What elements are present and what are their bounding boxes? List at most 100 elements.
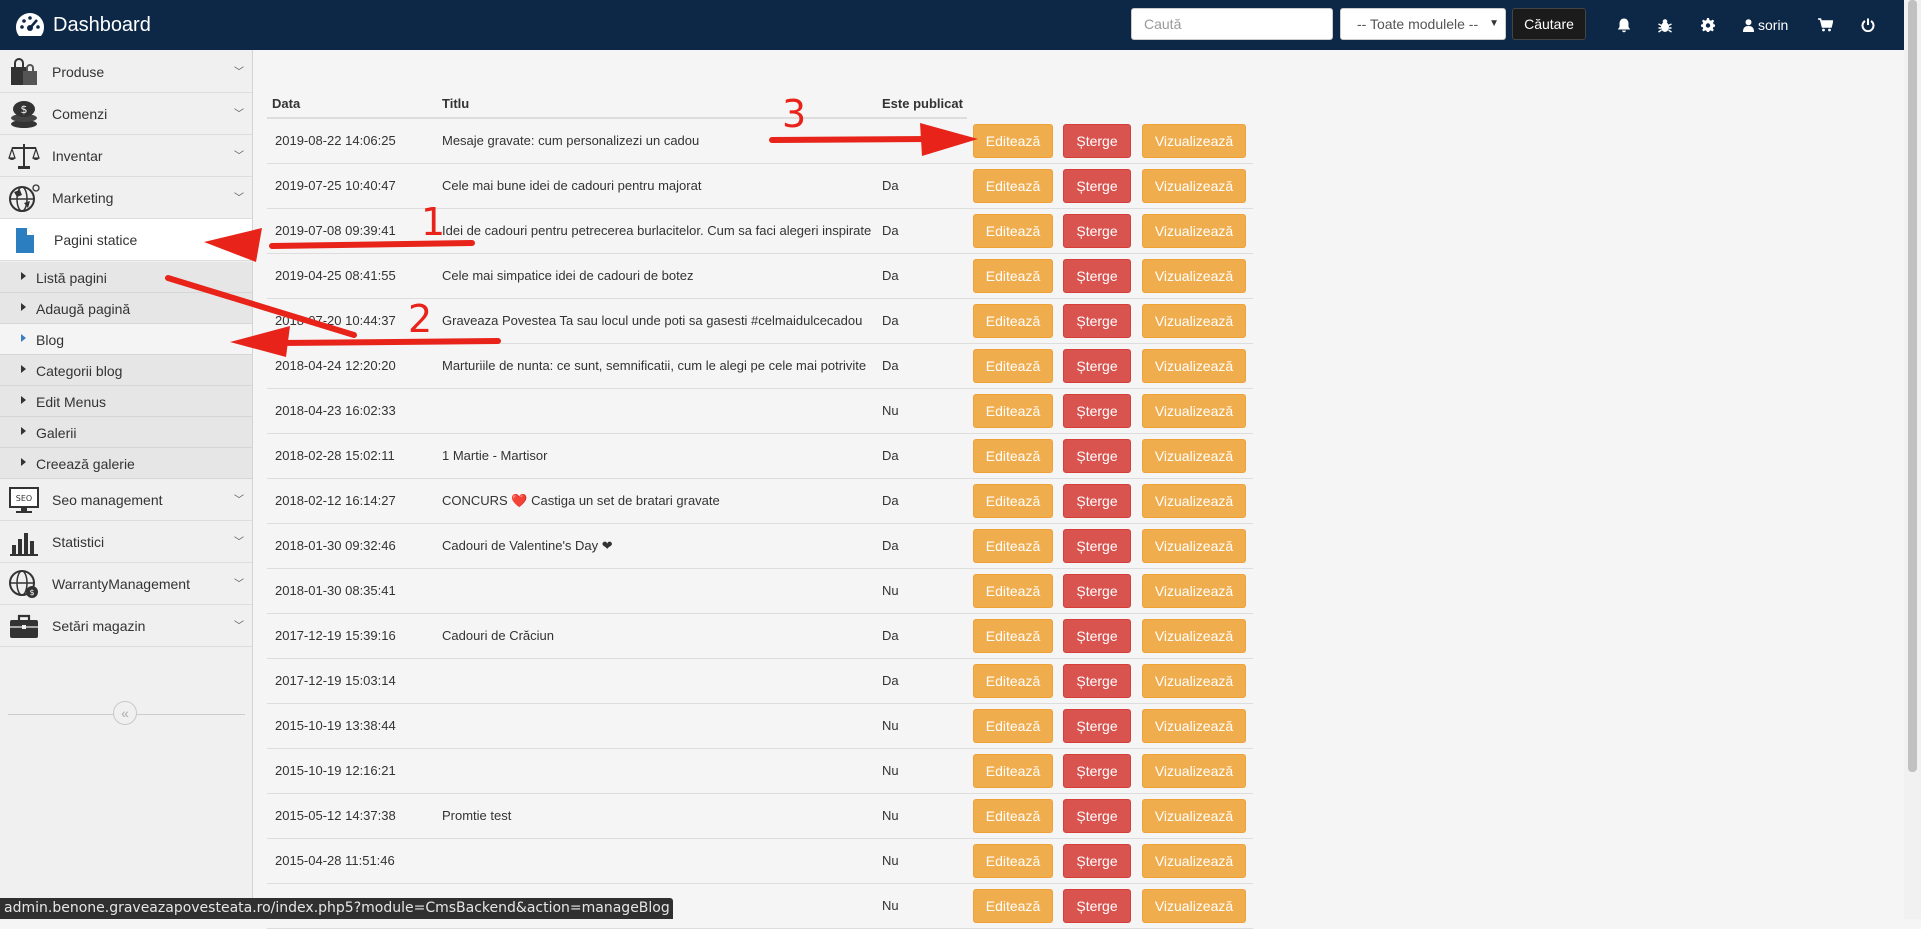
delete-button[interactable]: Șterge bbox=[1063, 574, 1131, 608]
column-header-date[interactable]: Data bbox=[272, 96, 300, 111]
table-row: 2019-08-22 14:06:25 Mesaje gravate: cum p… bbox=[267, 119, 1253, 164]
view-button[interactable]: Vizualizează bbox=[1142, 214, 1246, 248]
view-button[interactable]: Vizualizează bbox=[1142, 754, 1246, 788]
delete-button[interactable]: Șterge bbox=[1063, 619, 1131, 653]
delete-button[interactable]: Șterge bbox=[1063, 124, 1131, 158]
edit-button[interactable]: Editează bbox=[973, 619, 1053, 653]
delete-button[interactable]: Șterge bbox=[1063, 529, 1131, 563]
submenu-item-adauga-pagina[interactable]: Adaugă pagină bbox=[0, 293, 252, 324]
cell-published: Nu bbox=[882, 808, 899, 823]
sidebar-item-inventar[interactable]: Inventar ﹀ bbox=[0, 135, 252, 177]
cell-published: Da bbox=[882, 313, 899, 328]
submenu-item-galerii[interactable]: Galerii bbox=[0, 417, 252, 448]
column-header-published[interactable]: Este publicat bbox=[882, 96, 963, 111]
view-button[interactable]: Vizualizează bbox=[1142, 799, 1246, 833]
scrollbar-thumb[interactable] bbox=[1908, 0, 1917, 772]
view-button[interactable]: Vizualizează bbox=[1142, 169, 1246, 203]
sidebar-item-label: Marketing bbox=[52, 190, 114, 206]
edit-button[interactable]: Editează bbox=[973, 169, 1053, 203]
cell-date: 2015-10-19 12:16:21 bbox=[275, 763, 396, 778]
delete-button[interactable]: Șterge bbox=[1063, 304, 1131, 338]
module-select[interactable]: -- Toate modulele -- ▼ bbox=[1340, 8, 1506, 40]
delete-button[interactable]: Șterge bbox=[1063, 889, 1131, 923]
view-button[interactable]: Vizualizează bbox=[1142, 304, 1246, 338]
bar-chart-icon bbox=[10, 533, 38, 556]
user-icon bbox=[1743, 18, 1754, 32]
delete-button[interactable]: Șterge bbox=[1063, 349, 1131, 383]
delete-button[interactable]: Șterge bbox=[1063, 754, 1131, 788]
delete-button[interactable]: Șterge bbox=[1063, 709, 1131, 743]
sidebar-collapse-button[interactable]: « bbox=[113, 701, 137, 725]
edit-button[interactable]: Editează bbox=[973, 709, 1053, 743]
settings-button[interactable] bbox=[1701, 15, 1715, 35]
edit-button[interactable]: Editează bbox=[973, 799, 1053, 833]
edit-button[interactable]: Editează bbox=[973, 304, 1053, 338]
search-button[interactable]: Căutare bbox=[1512, 8, 1586, 40]
delete-button[interactable]: Șterge bbox=[1063, 484, 1131, 518]
sidebar-item-marketing[interactable]: Marketing ﹀ bbox=[0, 177, 252, 219]
sidebar-item-pagini-statice[interactable]: Pagini statice bbox=[0, 219, 252, 261]
cell-published: Da bbox=[882, 538, 899, 553]
view-button[interactable]: Vizualizează bbox=[1142, 529, 1246, 563]
cell-date: 2018-02-12 16:14:27 bbox=[275, 493, 396, 508]
delete-button[interactable]: Șterge bbox=[1063, 394, 1131, 428]
view-button[interactable]: Vizualizează bbox=[1142, 664, 1246, 698]
submenu-item-categorii-blog[interactable]: Categorii blog bbox=[0, 355, 252, 386]
notifications-button[interactable] bbox=[1617, 15, 1631, 35]
cell-published: Nu bbox=[882, 763, 899, 778]
edit-button[interactable]: Editează bbox=[973, 484, 1053, 518]
cell-date: 2018-01-30 08:35:41 bbox=[275, 583, 396, 598]
edit-button[interactable]: Editează bbox=[973, 439, 1053, 473]
delete-button[interactable]: Șterge bbox=[1063, 169, 1131, 203]
edit-button[interactable]: Editează bbox=[973, 889, 1053, 923]
edit-button[interactable]: Editează bbox=[973, 574, 1053, 608]
sidebar-item-warranty-management[interactable]: $ WarrantyManagement ﹀ bbox=[0, 563, 252, 605]
view-button[interactable]: Vizualizează bbox=[1142, 484, 1246, 518]
sidebar-item-comenzi[interactable]: $ Comenzi ﹀ bbox=[0, 93, 252, 135]
column-header-title[interactable]: Titlu bbox=[442, 96, 469, 111]
edit-button[interactable]: Editează bbox=[973, 259, 1053, 293]
sidebar-item-seo-management[interactable]: SEO Seo management ﹀ bbox=[0, 479, 252, 521]
sidebar-item-produse[interactable]: Produse ﹀ bbox=[0, 51, 252, 93]
edit-button[interactable]: Editează bbox=[973, 664, 1053, 698]
view-button[interactable]: Vizualizează bbox=[1142, 394, 1246, 428]
view-button[interactable]: Vizualizează bbox=[1142, 619, 1246, 653]
brand[interactable]: Dashboard bbox=[14, 10, 151, 40]
delete-button[interactable]: Șterge bbox=[1063, 844, 1131, 878]
submenu-item-blog[interactable]: Blog bbox=[0, 324, 252, 355]
edit-button[interactable]: Editează bbox=[973, 754, 1053, 788]
cart-button[interactable] bbox=[1818, 15, 1833, 35]
page-scrollbar[interactable] bbox=[1904, 0, 1921, 919]
view-button[interactable]: Vizualizează bbox=[1142, 844, 1246, 878]
sidebar-item-setari-magazin[interactable]: Setări magazin ﹀ bbox=[0, 605, 252, 647]
view-button[interactable]: Vizualizează bbox=[1142, 349, 1246, 383]
view-button[interactable]: Vizualizează bbox=[1142, 889, 1246, 923]
submenu-item-label: Edit Menus bbox=[36, 394, 107, 410]
submenu-item-lista-pagini[interactable]: Listă pagini bbox=[0, 262, 252, 293]
edit-button[interactable]: Editează bbox=[973, 349, 1053, 383]
edit-button[interactable]: Editează bbox=[973, 214, 1053, 248]
edit-button[interactable]: Editează bbox=[973, 394, 1053, 428]
edit-button[interactable]: Editează bbox=[973, 844, 1053, 878]
sidebar-item-statistici[interactable]: Statistici ﹀ bbox=[0, 521, 252, 563]
delete-button[interactable]: Șterge bbox=[1063, 439, 1131, 473]
user-menu[interactable]: sorin bbox=[1743, 15, 1788, 35]
cell-date: 2019-07-25 10:40:47 bbox=[275, 178, 396, 193]
view-button[interactable]: Vizualizează bbox=[1142, 124, 1246, 158]
view-button[interactable]: Vizualizează bbox=[1142, 439, 1246, 473]
delete-button[interactable]: Șterge bbox=[1063, 214, 1131, 248]
edit-button[interactable]: Editează bbox=[973, 124, 1053, 158]
logout-button[interactable] bbox=[1861, 15, 1875, 35]
view-button[interactable]: Vizualizează bbox=[1142, 259, 1246, 293]
view-button[interactable]: Vizualizează bbox=[1142, 709, 1246, 743]
delete-button[interactable]: Șterge bbox=[1063, 664, 1131, 698]
delete-button[interactable]: Șterge bbox=[1063, 259, 1131, 293]
document-icon bbox=[16, 228, 34, 253]
bug-report-button[interactable] bbox=[1658, 15, 1672, 35]
search-input[interactable] bbox=[1131, 8, 1333, 40]
edit-button[interactable]: Editează bbox=[973, 529, 1053, 563]
submenu-item-creeaza-galerie[interactable]: Creează galerie bbox=[0, 448, 252, 479]
delete-button[interactable]: Șterge bbox=[1063, 799, 1131, 833]
submenu-item-edit-menus[interactable]: Edit Menus bbox=[0, 386, 252, 417]
view-button[interactable]: Vizualizează bbox=[1142, 574, 1246, 608]
